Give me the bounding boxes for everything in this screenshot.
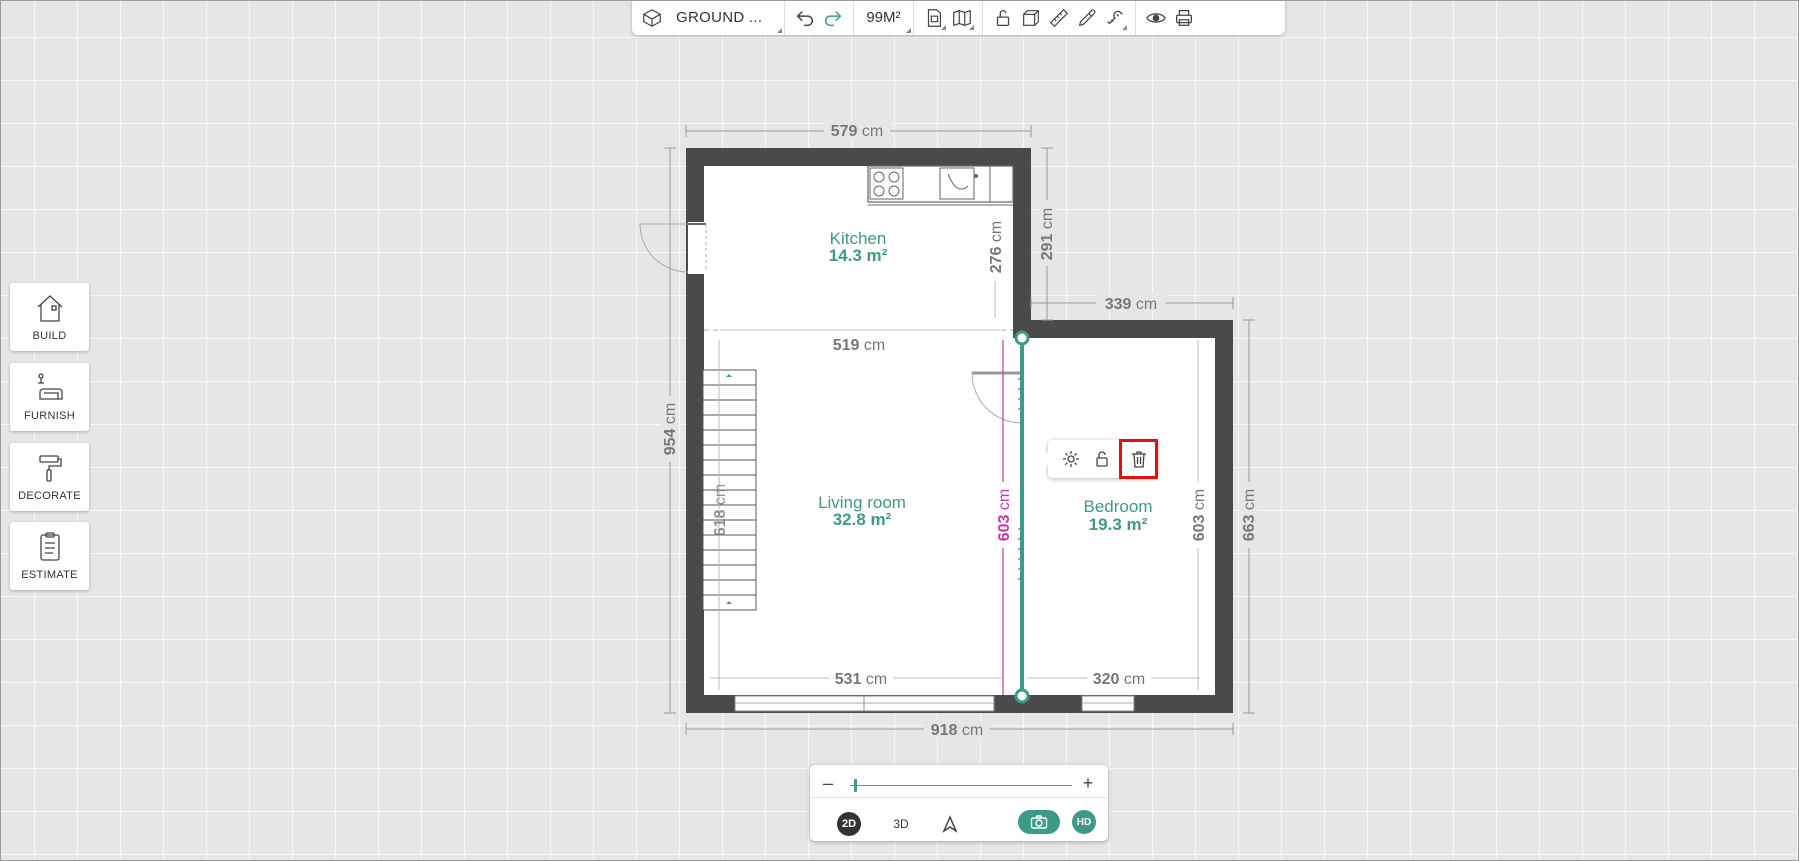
zoom-slider[interactable] <box>850 779 1072 792</box>
room-area-bedroom: 19.3 m² <box>1089 515 1148 534</box>
view-3d-button[interactable]: 3D <box>889 812 913 836</box>
view-2d-button[interactable]: 2D <box>837 812 861 836</box>
wall-handle-top[interactable] <box>1014 330 1030 346</box>
kitchen-door[interactable] <box>639 222 707 274</box>
zoom-in-button[interactable]: + <box>1078 773 1098 794</box>
zoom-out-button[interactable]: – <box>818 773 838 794</box>
room-area-living: 32.8 m² <box>833 510 892 529</box>
hd-button[interactable]: HD <box>1072 810 1096 834</box>
living-window[interactable] <box>734 695 995 712</box>
dim-living-bottom: 531 cm <box>835 671 887 688</box>
dim-kitchen-inner: 276 cm <box>988 221 1005 273</box>
view-controls-panel: – + 2D 3D HD <box>810 765 1108 841</box>
dim-living-top: 519 cm <box>833 337 885 354</box>
room-name-bedroom[interactable]: Bedroom <box>1084 497 1153 516</box>
dim-left-total: 954 cm <box>662 403 679 455</box>
wall-context-menu <box>1041 439 1158 479</box>
zoom-row: – + <box>810 773 1108 798</box>
dim-top: 579 cm <box>831 123 883 140</box>
dim-bedroom-top: 339 cm <box>1105 296 1157 313</box>
dim-bottom-total: 918 cm <box>931 722 983 739</box>
dim-stairs: 618 cm <box>712 484 729 536</box>
camera-button[interactable] <box>1018 810 1060 834</box>
dim-kitchen-right: 291 cm <box>1039 208 1056 260</box>
staircase[interactable] <box>702 369 757 611</box>
unlock-icon[interactable] <box>1087 443 1118 475</box>
settings-icon[interactable] <box>1056 443 1087 475</box>
dim-bedroom-inner: 603 cm <box>1191 489 1208 541</box>
zoom-thumb[interactable] <box>854 779 858 792</box>
navigation-arrow-icon[interactable] <box>940 814 960 834</box>
dim-selected-wall: 603 cm <box>996 489 1013 541</box>
camera-icon <box>1030 815 1048 829</box>
trash-icon[interactable] <box>1119 439 1158 479</box>
view-mode-row: 2D 3D HD <box>810 809 1108 837</box>
wall-handle-bottom[interactable] <box>1014 688 1030 704</box>
bedroom-window[interactable] <box>1081 695 1135 712</box>
dim-right-total: 663 cm <box>1241 489 1258 541</box>
room-area-kitchen: 14.3 m² <box>829 246 888 265</box>
dim-bedroom-bottom: 320 cm <box>1093 671 1145 688</box>
interior-floor <box>704 166 1215 695</box>
floor-plan[interactable]: 579 cm 339 cm 519 cm 531 cm 320 cm 918 c… <box>0 0 1799 861</box>
kitchen-counter[interactable] <box>867 165 1014 206</box>
